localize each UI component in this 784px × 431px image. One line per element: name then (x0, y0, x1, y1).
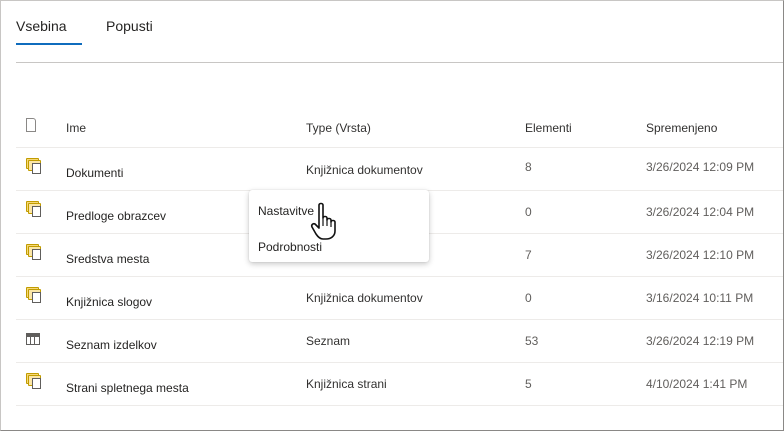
active-tab-indicator (16, 43, 82, 45)
row-count: 0 (525, 205, 532, 219)
row-name-link[interactable]: Strani spletnega mesta (66, 381, 189, 395)
row-name-link[interactable]: Knjižnica slogov (66, 295, 152, 309)
row-name-link[interactable]: Predloge obrazcev (66, 209, 166, 223)
column-header-modified[interactable]: Spremenjeno (646, 121, 717, 135)
list-icon (26, 333, 40, 345)
row-name-link[interactable]: Sredstva mesta (66, 252, 149, 266)
row-count: 8 (525, 160, 532, 174)
tab-popusti[interactable]: Popusti (106, 18, 153, 34)
row-modified: 3/26/2024 12:09 PM (646, 160, 755, 174)
row-count: 7 (525, 248, 532, 262)
column-header-name[interactable]: Ime (66, 121, 86, 135)
column-header-count[interactable]: Elementi (525, 121, 572, 135)
row-modified: 3/26/2024 12:19 PM (646, 334, 755, 348)
row-modified: 3/26/2024 12:10 PM (646, 248, 755, 262)
menu-item-podrobnosti[interactable]: Podrobnosti (258, 240, 322, 254)
table-row[interactable]: Dokumenti Knjižnica dokumentov 8 3/26/20… (16, 148, 783, 191)
row-type: Seznam (306, 334, 351, 348)
row-modified: 3/26/2024 12:04 PM (646, 205, 755, 219)
table-row[interactable]: Seznam izdelkov Seznam 53 3/26/2024 12:1… (16, 320, 783, 363)
row-name-link[interactable]: Seznam izdelkov (66, 338, 157, 352)
table-header: Ime Type (Vrsta) Elementi Spremenjeno (16, 107, 783, 148)
row-type: Knjižnica strani (306, 377, 387, 391)
row-type: Knjižnica dokumentov (306, 291, 423, 305)
app-frame: Vsebina Popusti Ime Type (Vrsta) Element… (0, 0, 784, 431)
row-modified: 4/10/2024 1:41 PM (646, 377, 748, 391)
file-type-icon[interactable] (26, 118, 36, 132)
column-header-type[interactable]: Type (Vrsta) (306, 121, 371, 135)
tab-bar: Vsebina Popusti (1, 1, 783, 51)
divider (16, 62, 783, 63)
row-count: 5 (525, 377, 532, 391)
hand-cursor-icon (310, 202, 336, 240)
row-type: Knjižnica dokumentov (306, 163, 423, 177)
row-name-link[interactable]: Dokumenti (66, 166, 123, 180)
row-count: 0 (525, 291, 532, 305)
row-count: 53 (525, 334, 539, 348)
table-row[interactable]: Strani spletnega mesta Knjižnica strani … (16, 363, 783, 406)
row-modified: 3/16/2024 10:11 PM (646, 291, 754, 305)
table-row[interactable]: Knjižnica slogov Knjižnica dokumentov 0 … (16, 277, 783, 320)
tab-vsebina[interactable]: Vsebina (16, 18, 67, 34)
menu-item-nastavitve[interactable]: Nastavitve (258, 204, 314, 218)
